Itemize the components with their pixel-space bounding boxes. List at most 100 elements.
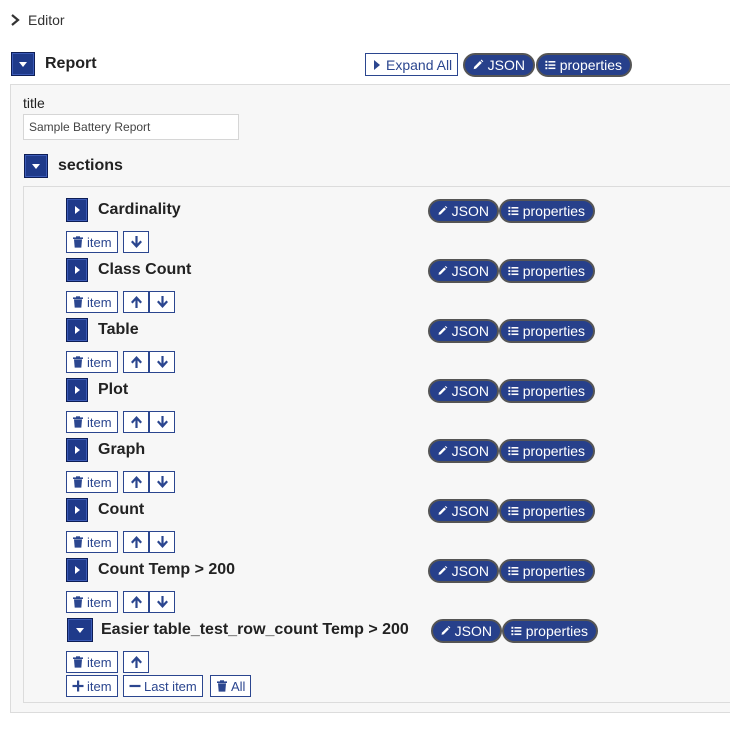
move-up-button[interactable] bbox=[123, 351, 149, 373]
list-icon bbox=[508, 386, 519, 396]
trash-icon bbox=[217, 680, 227, 692]
caret-right-icon bbox=[75, 266, 80, 274]
move-up-button[interactable] bbox=[123, 471, 149, 493]
add-item-button[interactable]: item bbox=[66, 675, 118, 697]
delete-item-button[interactable]: item bbox=[66, 651, 118, 673]
section-item-toggle[interactable] bbox=[66, 558, 88, 582]
trash-icon bbox=[73, 536, 83, 548]
move-down-button[interactable] bbox=[149, 531, 175, 553]
move-down-button[interactable] bbox=[149, 471, 175, 493]
section-item-title: Easier table_test_row_count Temp > 200 bbox=[101, 621, 409, 638]
minus-icon bbox=[129, 684, 141, 688]
pencil-icon bbox=[438, 265, 448, 275]
move-up-button[interactable] bbox=[123, 591, 149, 613]
section-item-json-button[interactable]: JSON bbox=[428, 439, 499, 463]
section-item-toggle[interactable] bbox=[66, 498, 88, 522]
delete-item-button[interactable]: item bbox=[66, 411, 118, 433]
pencil-icon bbox=[438, 205, 448, 215]
delete-item-button[interactable]: item bbox=[66, 591, 118, 613]
caret-right-icon bbox=[75, 506, 80, 514]
delete-item-button[interactable]: item bbox=[66, 471, 118, 493]
section-item-json-button[interactable]: JSON bbox=[431, 619, 502, 643]
move-down-button[interactable] bbox=[149, 291, 175, 313]
list-icon bbox=[545, 60, 556, 70]
pencil-icon bbox=[473, 59, 484, 70]
pencil-icon bbox=[438, 325, 448, 335]
report-json-button[interactable]: JSON bbox=[463, 53, 535, 77]
pencil-icon bbox=[441, 625, 451, 635]
section-item-json-button[interactable]: JSON bbox=[428, 199, 499, 223]
section-item-json-button[interactable]: JSON bbox=[428, 499, 499, 523]
move-down-button[interactable] bbox=[123, 231, 149, 253]
section-item-properties-button[interactable]: properties bbox=[499, 379, 595, 403]
remove-last-item-button[interactable]: Last item bbox=[123, 675, 203, 697]
trash-icon bbox=[73, 356, 83, 368]
section-item-title: Cardinality bbox=[98, 201, 181, 218]
report-collapse-toggle[interactable] bbox=[11, 52, 35, 76]
title-input[interactable] bbox=[23, 114, 239, 140]
section-item-title: Class Count bbox=[98, 261, 192, 278]
caret-right-icon bbox=[374, 59, 380, 70]
sections-title: sections bbox=[58, 157, 123, 174]
move-up-button[interactable] bbox=[123, 651, 149, 673]
move-down-button[interactable] bbox=[149, 411, 175, 433]
section-item-toggle[interactable] bbox=[67, 618, 93, 642]
section-item-properties-button[interactable]: properties bbox=[499, 439, 595, 463]
trash-icon bbox=[73, 416, 83, 428]
section-item-properties-button[interactable]: properties bbox=[499, 319, 595, 343]
arrow-down-icon bbox=[156, 296, 168, 308]
section-item-properties-button[interactable]: properties bbox=[499, 199, 595, 223]
arrow-up-icon bbox=[130, 596, 142, 608]
section-item-json-button[interactable]: JSON bbox=[428, 259, 499, 283]
arrow-up-icon bbox=[130, 416, 142, 428]
section-item-toggle[interactable] bbox=[66, 258, 88, 282]
sections-collapse-toggle[interactable] bbox=[24, 154, 48, 178]
section-item-properties-button[interactable]: properties bbox=[499, 499, 595, 523]
breadcrumb-label: Editor bbox=[28, 12, 65, 28]
list-icon bbox=[508, 506, 519, 516]
section-item-toggle[interactable] bbox=[66, 318, 88, 342]
section-item-json-button[interactable]: JSON bbox=[428, 319, 499, 343]
delete-item-button[interactable]: item bbox=[66, 231, 118, 253]
section-item-properties-button[interactable]: properties bbox=[499, 259, 595, 283]
caret-right-icon bbox=[75, 206, 80, 214]
report-properties-button[interactable]: properties bbox=[536, 53, 632, 77]
arrow-up-icon bbox=[130, 356, 142, 368]
section-item-toggle[interactable] bbox=[66, 438, 88, 462]
move-down-button[interactable] bbox=[149, 591, 175, 613]
section-item-toggle[interactable] bbox=[66, 378, 88, 402]
trash-icon bbox=[73, 236, 83, 248]
chevron-right-icon bbox=[11, 14, 20, 26]
delete-item-button[interactable]: item bbox=[66, 531, 118, 553]
report-title: Report bbox=[45, 55, 97, 72]
caret-down-icon bbox=[76, 628, 84, 633]
pencil-icon bbox=[438, 565, 448, 575]
caret-right-icon bbox=[75, 566, 80, 574]
move-up-button[interactable] bbox=[123, 411, 149, 433]
move-up-button[interactable] bbox=[123, 531, 149, 553]
expand-all-button[interactable]: Expand All bbox=[365, 53, 459, 76]
move-down-button[interactable] bbox=[149, 351, 175, 373]
trash-icon bbox=[73, 596, 83, 608]
caret-right-icon bbox=[75, 386, 80, 394]
list-icon bbox=[508, 566, 519, 576]
delete-item-button[interactable]: item bbox=[66, 291, 118, 313]
move-up-button[interactable] bbox=[123, 291, 149, 313]
section-item-title: Plot bbox=[98, 381, 129, 398]
trash-icon bbox=[73, 476, 83, 488]
arrow-down-icon bbox=[156, 416, 168, 428]
pencil-icon bbox=[438, 385, 448, 395]
arrow-down-icon bbox=[130, 236, 142, 248]
section-item-properties-button[interactable]: properties bbox=[499, 559, 595, 583]
section-item-json-button[interactable]: JSON bbox=[428, 379, 499, 403]
caret-down-icon bbox=[19, 62, 27, 67]
delete-item-button[interactable]: item bbox=[66, 351, 118, 373]
breadcrumb[interactable]: Editor bbox=[10, 12, 65, 28]
trash-icon bbox=[73, 656, 83, 668]
section-item-json-button[interactable]: JSON bbox=[428, 559, 499, 583]
list-icon bbox=[508, 266, 519, 276]
section-item-toggle[interactable] bbox=[66, 198, 88, 222]
section-item-properties-button[interactable]: properties bbox=[502, 619, 598, 643]
list-icon bbox=[508, 446, 519, 456]
remove-all-button[interactable]: All bbox=[210, 675, 252, 697]
